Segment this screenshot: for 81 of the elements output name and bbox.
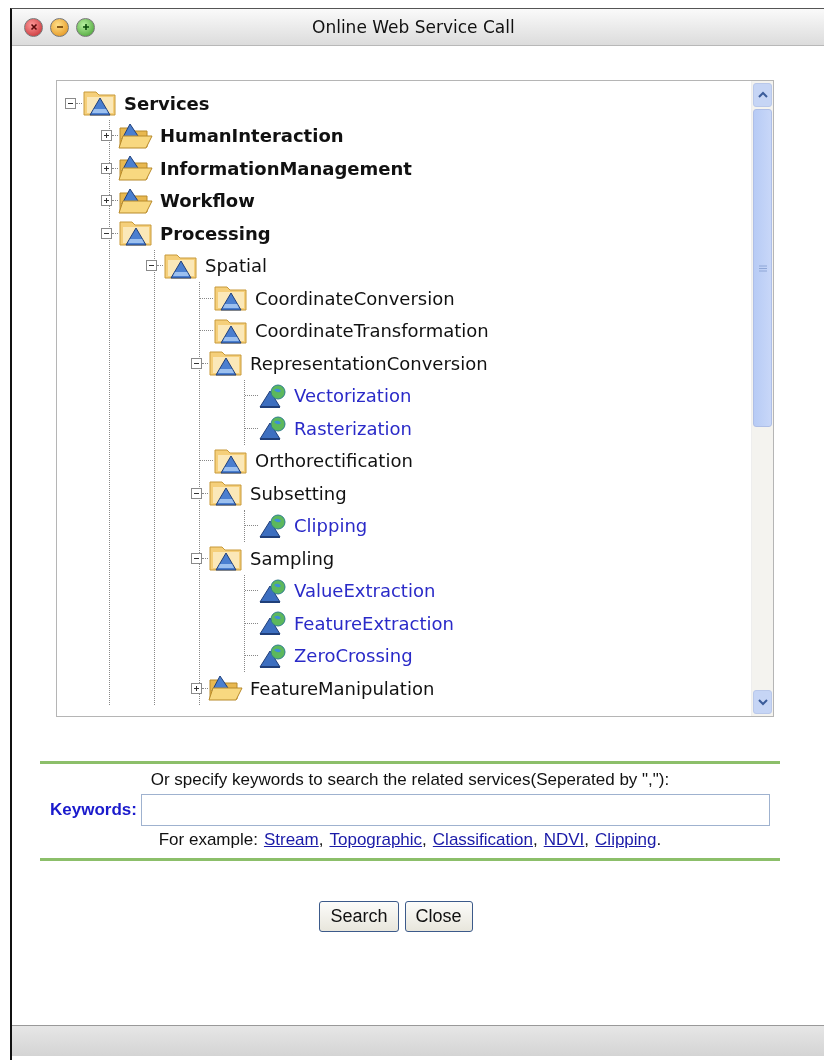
punctuation: ,	[584, 830, 590, 849]
maximize-button[interactable]	[76, 17, 95, 37]
tree-item[interactable]: CoordinateTransformation	[255, 320, 489, 342]
example-link[interactable]: Stream	[263, 830, 319, 849]
folder-icon	[213, 446, 249, 475]
collapse-toggle[interactable]	[191, 552, 202, 564]
punctuation: ,	[318, 830, 324, 849]
scroll-down-button[interactable]	[753, 690, 772, 714]
scroll-up-button[interactable]	[753, 83, 772, 107]
plus-icon	[80, 22, 91, 32]
dialog-button[interactable]: Close	[404, 901, 473, 932]
close-button[interactable]	[24, 17, 43, 37]
tree-item[interactable]: Rasterization	[294, 417, 412, 439]
search-instruction: Or specify keywords to search the related services(Seperated by ","):	[150, 770, 670, 790]
scrollbar[interactable]	[751, 81, 773, 716]
example-link[interactable]: Topographic	[329, 830, 423, 849]
tree-item[interactable]: Processing	[160, 222, 271, 244]
expand-toggle[interactable]	[101, 162, 112, 174]
plus-icon	[192, 683, 201, 693]
grip-icon	[758, 264, 767, 272]
folder-icon	[118, 219, 154, 248]
open-folder-icon	[118, 154, 154, 183]
collapse-toggle[interactable]	[146, 260, 157, 272]
plus-icon	[102, 163, 111, 173]
keywords-label: Keywords:	[50, 800, 137, 820]
folder-icon	[208, 479, 244, 508]
tree-item[interactable]: Services	[124, 92, 210, 114]
globe-pyramid-icon	[258, 415, 288, 442]
folder-icon	[208, 544, 244, 573]
folder-icon	[213, 316, 249, 345]
tree-item[interactable]: ZeroCrossing	[294, 645, 413, 667]
dialog-button[interactable]: Search	[319, 901, 399, 932]
expand-toggle[interactable]	[101, 195, 112, 207]
globe-pyramid-icon	[258, 642, 288, 669]
minimize-button[interactable]	[50, 17, 69, 37]
open-folder-icon	[118, 186, 154, 215]
example-link[interactable]: NDVI	[543, 830, 585, 849]
globe-pyramid-icon	[258, 610, 288, 637]
tree-item[interactable]: Workflow	[160, 190, 255, 212]
plus-icon	[102, 131, 111, 141]
tree-item[interactable]: RepresentationConversion	[250, 352, 488, 374]
collapse-toggle[interactable]	[65, 97, 76, 109]
collapse-toggle[interactable]	[101, 227, 112, 239]
examples-label: For example:	[158, 830, 258, 850]
close-icon	[28, 22, 39, 32]
globe-pyramid-icon	[258, 577, 288, 604]
open-folder-icon	[208, 674, 244, 703]
window-title: Online Web Service Call	[312, 17, 515, 37]
tree-item[interactable]: Orthorectification	[255, 450, 413, 472]
tree-item[interactable]: Clipping	[294, 515, 368, 537]
folder-icon	[163, 251, 199, 280]
tree-item[interactable]: Sampling	[250, 547, 335, 569]
folder-icon	[82, 89, 118, 118]
tree-item[interactable]: CoordinateConversion	[255, 287, 455, 309]
plus-icon	[102, 196, 111, 206]
open-folder-icon	[118, 121, 154, 150]
globe-pyramid-icon	[258, 382, 288, 409]
punctuation: ,	[533, 830, 538, 849]
tree-item[interactable]: FeatureManipulation	[250, 677, 435, 699]
tree-item[interactable]: InformationManagement	[160, 157, 412, 179]
tree-item[interactable]: ValueExtraction	[294, 580, 436, 602]
expand-toggle[interactable]	[191, 682, 202, 694]
scrollbar-thumb[interactable]	[753, 109, 772, 427]
globe-pyramid-icon	[258, 512, 288, 539]
tree-item[interactable]: Vectorization	[294, 385, 412, 407]
tree-item[interactable]: Spatial	[205, 255, 267, 277]
collapse-toggle[interactable]	[191, 357, 202, 369]
tree-item[interactable]: Subsetting	[250, 482, 347, 504]
example-link[interactable]: Classification	[432, 830, 533, 849]
folder-icon	[208, 349, 244, 378]
chevron-up-icon	[757, 91, 768, 99]
tree-item[interactable]: FeatureExtraction	[294, 612, 454, 634]
folder-icon	[213, 284, 249, 313]
collapse-toggle[interactable]	[191, 487, 202, 499]
punctuation: .	[656, 830, 662, 849]
chevron-down-icon	[757, 698, 768, 706]
expand-toggle[interactable]	[101, 130, 112, 142]
tree-item[interactable]: HumanInteraction	[160, 125, 344, 147]
keywords-field[interactable]	[140, 794, 770, 826]
punctuation: ,	[422, 830, 427, 849]
example-link[interactable]: Clipping	[595, 830, 657, 849]
